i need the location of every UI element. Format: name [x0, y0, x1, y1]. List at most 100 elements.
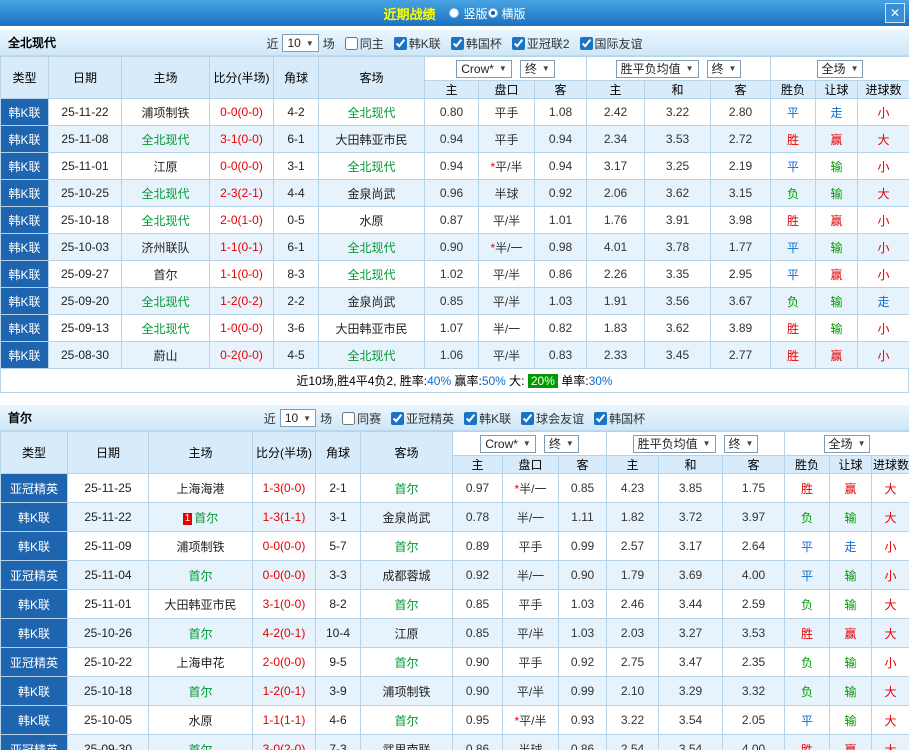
handicap-cell: 平手	[502, 647, 559, 677]
date-cell: 25-10-18	[48, 206, 122, 234]
avg-draw-cell: 3.22	[644, 98, 711, 126]
filter-checkbox-0-1[interactable]: 韩K联	[393, 35, 441, 52]
scope-select[interactable]: 全场 ▼	[823, 434, 871, 453]
away-team-name: 全北现代	[347, 240, 396, 255]
column-header: 角球	[273, 56, 319, 99]
goals-result-cell: 小	[857, 260, 909, 288]
goals-result-cell: 大	[871, 676, 909, 706]
filter-checkbox-0-2[interactable]: 韩国杯	[450, 35, 502, 52]
avg-final-select[interactable]: 终 ▼	[723, 434, 759, 453]
results-table-1: 类型 日期 主场 比分(半场) 角球 客场 Crow* ▼ 终 ▼ 胜平负均值 ▼ 终 ▼ 全场 ▼ 主盘口客主…	[0, 431, 909, 750]
checkbox-input[interactable]	[450, 36, 464, 50]
avg-metric-select[interactable]: 胜平负均值 ▼	[632, 434, 716, 453]
corners-cell: 4-4	[273, 179, 319, 207]
home-odds-cell: 0.94	[424, 125, 479, 153]
match-row: 韩K联 25-09-13 全北现代 1-0(0-0) 3-6 大田韩亚市民 1.07 半/一 0…	[0, 314, 909, 342]
summary-segment: 40%	[427, 373, 452, 388]
layout-radio-1[interactable]: 横版	[487, 5, 526, 22]
checkbox-input[interactable]	[511, 36, 525, 50]
checkbox-input[interactable]	[579, 36, 593, 50]
sub-column-header: 进球数	[871, 455, 909, 474]
filter-checkbox-1-3[interactable]: 球会友谊	[521, 410, 584, 427]
odds-final-select-value: 终	[524, 62, 537, 76]
handicap-cell: 半球	[502, 734, 559, 750]
result-cell: 平	[770, 98, 817, 126]
filter-suffix: 场	[322, 36, 335, 51]
chevron-down-icon: ▼	[565, 439, 574, 448]
match-row: 韩K联 25-11-22 浦项制铁 0-0(0-0) 4-2 全北现代 0.80 平手 1.08…	[0, 98, 909, 126]
filter-checkbox-1-0[interactable]: 同赛	[342, 410, 381, 427]
filter-checkbox-0-0[interactable]: 同主	[344, 35, 384, 52]
home-odds-cell: 0.90	[452, 676, 503, 706]
odds-final-select-value: 终	[548, 437, 561, 451]
away-odds-cell: 1.03	[558, 589, 607, 619]
avg-away-cell: 3.98	[709, 206, 772, 234]
handicap-result-cell: 赢	[829, 734, 873, 750]
checkbox-input[interactable]	[342, 411, 356, 425]
home-odds-cell: 0.89	[452, 531, 503, 561]
corners-cell: 3-3	[315, 560, 361, 590]
match-row: 韩K联 25-11-01 大田韩亚市民 3-1(0-0) 8-2 首尔 0.85 平手 1.03…	[0, 589, 909, 619]
handicap-cell: 半/一	[502, 560, 559, 590]
avg-final-select[interactable]: 终 ▼	[706, 59, 742, 78]
filter-checkbox-1-2[interactable]: 韩K联	[464, 410, 511, 427]
handicap-cell: 平手	[502, 589, 559, 619]
checkbox-input[interactable]	[464, 411, 478, 425]
home-team-cell: 全北现代	[121, 314, 210, 342]
date-cell: 25-10-25	[48, 179, 122, 207]
score-cell: 2-3(2-1)	[209, 179, 274, 207]
league-cell: 亚冠精英	[0, 647, 68, 677]
checkbox-input[interactable]	[344, 36, 358, 50]
avg-home-cell: 1.82	[606, 502, 659, 532]
scope-select[interactable]: 全场 ▼	[816, 59, 864, 78]
away-team-name: 首尔	[394, 655, 419, 670]
asterisk-marker: *	[490, 240, 496, 255]
result-cell: 负	[770, 287, 817, 315]
away-team-name: 江原	[394, 626, 419, 641]
layout-radio-0[interactable]: 竖版	[449, 5, 488, 22]
away-team-cell: 大田韩亚市民	[318, 125, 425, 153]
odds-company-select-value: Crow*	[485, 436, 518, 451]
date-cell: 25-10-05	[67, 705, 149, 735]
corners-cell: 4-2	[273, 98, 319, 126]
avg-metric-select[interactable]: 胜平负均值 ▼	[615, 59, 699, 78]
filter-checkbox-1-1[interactable]: 亚冠精英	[391, 410, 454, 427]
filter-checkbox-1-4[interactable]: 韩国杯	[594, 410, 645, 427]
home-odds-cell: 1.07	[424, 314, 479, 342]
date-cell: 25-10-26	[67, 618, 149, 648]
handicap-cell: 半/一	[478, 314, 535, 342]
league-cell: 韩K联	[0, 233, 49, 261]
corners-cell: 8-2	[315, 589, 361, 619]
summary-segment: 大:	[505, 374, 528, 388]
checkbox-input[interactable]	[594, 411, 608, 425]
odds-final-select[interactable]: 终 ▼	[519, 59, 555, 78]
match-count-select[interactable]: 10 ▼	[279, 409, 317, 427]
away-team-name: 金泉尚武	[347, 186, 396, 201]
filter-checkbox-0-3[interactable]: 亚冠联2	[511, 35, 570, 52]
close-icon[interactable]: ✕	[885, 3, 905, 23]
handicap-result-cell: 赢	[829, 618, 873, 648]
checkbox-label: 同主	[359, 36, 384, 51]
corners-cell: 3-1	[315, 502, 361, 532]
column-header: 比分(半场)	[209, 56, 274, 99]
filter-checkbox-0-4[interactable]: 国际友谊	[579, 35, 643, 52]
league-cell: 韩K联	[0, 260, 49, 288]
handicap-result-cell: 输	[815, 152, 859, 180]
avg-draw-cell: 3.53	[644, 125, 711, 153]
home-team-cell: 全北现代	[121, 287, 210, 315]
odds-final-select[interactable]: 终 ▼	[543, 434, 579, 453]
home-team-name: 大田韩亚市民	[164, 597, 237, 612]
handicap-cell: 平/半	[478, 206, 535, 234]
odds-company-select[interactable]: Crow* ▼	[456, 59, 512, 78]
checkbox-input[interactable]	[393, 36, 407, 50]
checkbox-input[interactable]	[391, 411, 405, 425]
avg-home-cell: 2.57	[606, 531, 659, 561]
away-team-cell: 全北现代	[318, 260, 425, 288]
odds-company-select[interactable]: Crow* ▼	[480, 434, 536, 453]
checkbox-input[interactable]	[521, 411, 535, 425]
avg-away-cell: 4.00	[721, 560, 786, 590]
radio-icon	[487, 8, 498, 18]
match-row: 亚冠精英 25-10-22 上海申花 2-0(0-0) 9-5 首尔 0.90 平手 0.92 2…	[0, 647, 909, 677]
match-count-select[interactable]: 10 ▼	[282, 34, 319, 52]
date-cell: 25-09-13	[48, 314, 122, 342]
